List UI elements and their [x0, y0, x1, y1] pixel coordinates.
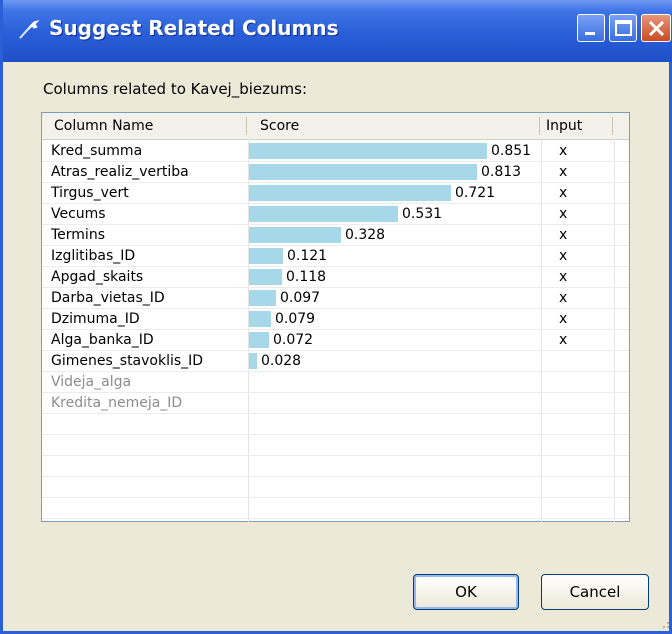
empty-list-row — [42, 477, 629, 498]
tool-icon — [19, 20, 40, 39]
column-name-cell: Alga_banka_ID — [51, 332, 154, 348]
column-name-header[interactable]: Column Name — [54, 113, 153, 139]
list-item[interactable]: Apgad_skaits 0.118 x — [42, 267, 629, 288]
score-bar — [249, 143, 487, 159]
score-bar — [249, 353, 257, 369]
column-name-cell: Videja_alga — [51, 374, 132, 390]
list-item[interactable]: Vecums 0.531 x — [42, 204, 629, 225]
list-item[interactable]: Gimenes_stavoklis_ID 0.028 — [42, 351, 629, 372]
score-bar — [249, 227, 341, 243]
score-value: 0.531 — [402, 206, 443, 222]
window-title: Suggest Related Columns — [49, 16, 339, 40]
columns-list[interactable]: Column Name Score Input Kred_summa 0.851 x… — [41, 112, 630, 522]
column-name-cell: Termins — [51, 227, 105, 243]
column-name-cell: Gimenes_stavoklis_ID — [51, 353, 204, 369]
score-bar — [249, 332, 269, 348]
list-item[interactable]: Videja_alga — [42, 372, 629, 393]
input-mark[interactable]: x — [559, 204, 567, 225]
header-divider[interactable] — [246, 117, 247, 135]
ok-button[interactable]: OK — [413, 574, 519, 610]
input-mark[interactable]: x — [559, 141, 567, 162]
list-item[interactable]: Atras_realiz_vertiba 0.813 x — [42, 162, 629, 183]
input-mark[interactable]: x — [559, 267, 567, 288]
score-value: 0.121 — [287, 248, 328, 264]
title-bar[interactable]: Suggest Related Columns — [3, 0, 672, 62]
suggest-related-columns-dialog: Suggest Related Columns Columns related … — [0, 0, 672, 634]
score-bar — [249, 164, 477, 180]
score-bar — [249, 311, 271, 327]
score-value: 0.118 — [286, 269, 327, 285]
column-name-cell: Kred_summa — [51, 143, 143, 159]
empty-list-row — [42, 414, 629, 435]
column-name-cell: Dzimuma_ID — [51, 311, 140, 327]
close-button[interactable] — [641, 14, 671, 42]
score-value: 0.851 — [491, 143, 532, 159]
score-bar — [249, 248, 283, 264]
input-mark[interactable]: x — [559, 309, 567, 330]
column-name-cell: Izglitibas_ID — [51, 248, 136, 264]
empty-list-row — [42, 498, 629, 519]
input-mark[interactable]: x — [559, 183, 567, 204]
minimize-button[interactable] — [577, 14, 605, 42]
header-divider[interactable] — [612, 117, 613, 135]
score-header[interactable]: Score — [260, 113, 299, 139]
cancel-button[interactable]: Cancel — [541, 574, 649, 610]
column-name-cell: Tirgus_vert — [51, 185, 129, 201]
score-bar — [249, 185, 451, 201]
maximize-icon — [615, 20, 632, 36]
list-item[interactable]: Kred_summa 0.851 x — [42, 141, 629, 162]
score-value: 0.097 — [280, 290, 321, 306]
score-value: 0.721 — [455, 185, 496, 201]
score-value: 0.813 — [481, 164, 522, 180]
score-bar — [249, 290, 276, 306]
list-item[interactable]: Dzimuma_ID 0.079 x — [42, 309, 629, 330]
input-mark[interactable]: x — [559, 330, 567, 351]
score-value: 0.028 — [261, 353, 302, 369]
list-item[interactable]: Alga_banka_ID 0.072 x — [42, 330, 629, 351]
list-header: Column Name Score Input — [42, 113, 629, 140]
score-value: 0.328 — [345, 227, 386, 243]
minimize-icon — [585, 32, 595, 35]
related-columns-label: Columns related to Kavej_biezums: — [43, 80, 307, 98]
empty-list-row — [42, 456, 629, 477]
list-item[interactable]: Termins 0.328 x — [42, 225, 629, 246]
list-item[interactable]: Tirgus_vert 0.721 x — [42, 183, 629, 204]
empty-list-row — [42, 435, 629, 456]
score-bar — [249, 269, 282, 285]
column-name-cell: Atras_realiz_vertiba — [51, 164, 189, 180]
score-value: 0.079 — [275, 311, 316, 327]
resize-grip-icon[interactable] — [658, 617, 670, 629]
column-name-cell: Apgad_skaits — [51, 269, 144, 285]
maximize-button[interactable] — [609, 14, 637, 42]
score-bar — [249, 206, 398, 222]
input-mark[interactable]: x — [559, 288, 567, 309]
list-item[interactable]: Izglitibas_ID 0.121 x — [42, 246, 629, 267]
column-name-cell: Kredita_nemeja_ID — [51, 395, 183, 411]
input-mark[interactable]: x — [559, 246, 567, 267]
input-header[interactable]: Input — [546, 113, 582, 139]
column-name-cell: Darba_vietas_ID — [51, 290, 165, 306]
close-icon — [648, 20, 665, 37]
score-value: 0.072 — [273, 332, 314, 348]
column-name-cell: Vecums — [51, 206, 106, 222]
list-item[interactable]: Kredita_nemeja_ID — [42, 393, 629, 414]
input-mark[interactable]: x — [559, 162, 567, 183]
header-divider[interactable] — [539, 117, 540, 135]
list-item[interactable]: Darba_vietas_ID 0.097 x — [42, 288, 629, 309]
input-mark[interactable]: x — [559, 225, 567, 246]
